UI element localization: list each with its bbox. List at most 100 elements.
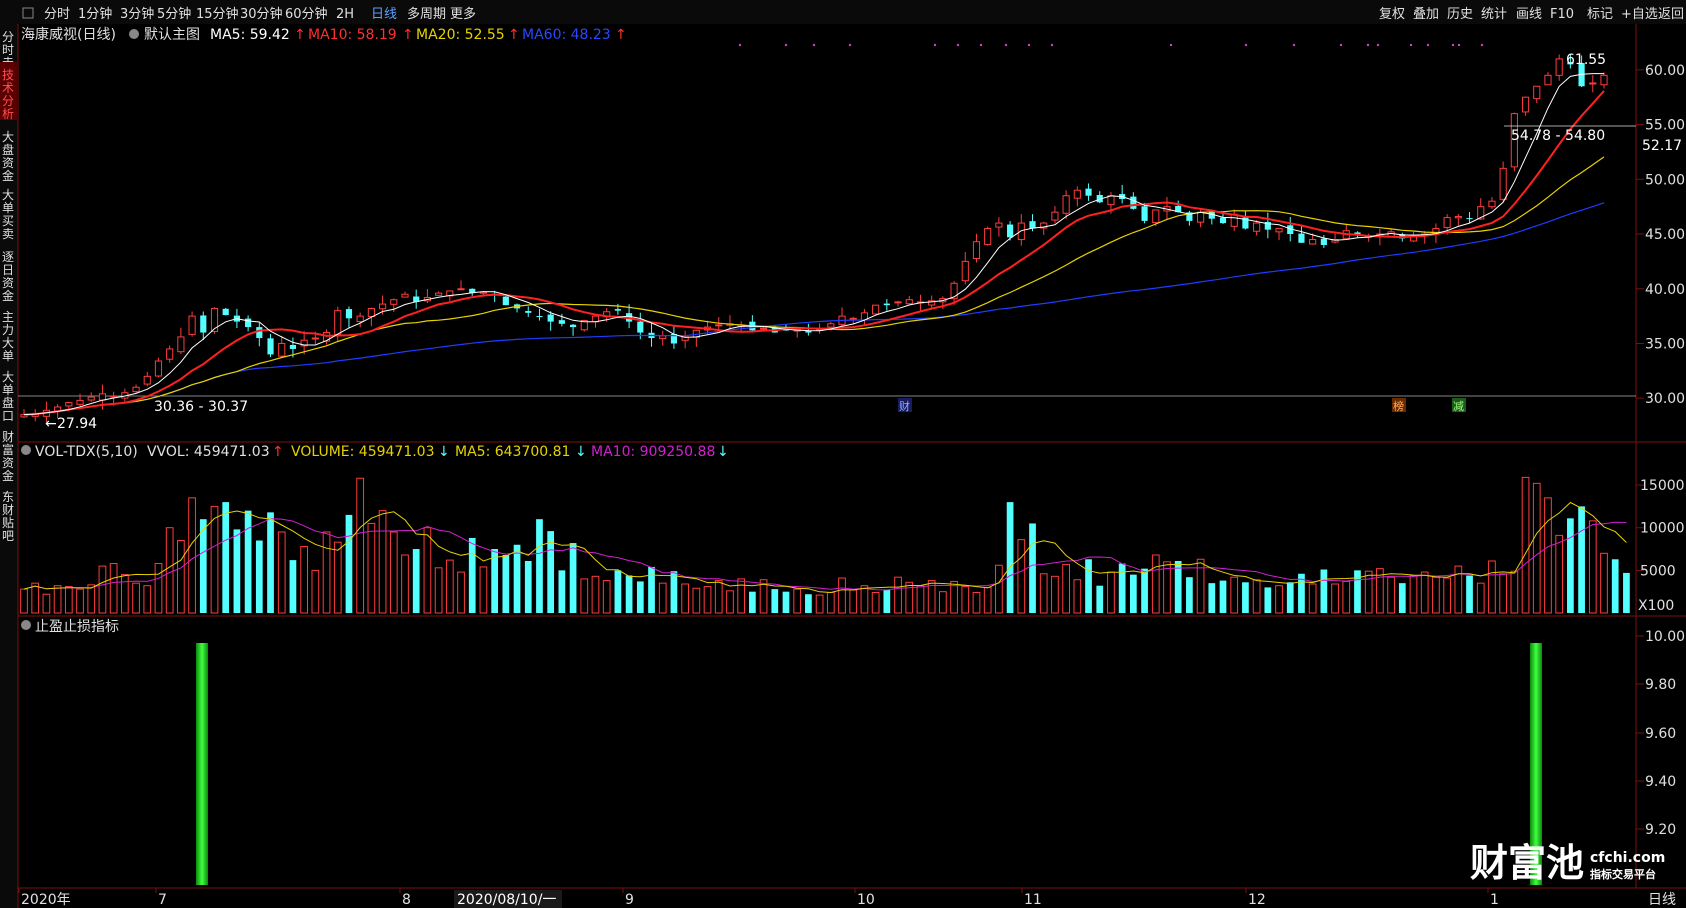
- volume-bar[interactable]: [793, 588, 802, 614]
- candle[interactable]: [1085, 183, 1092, 201]
- side-tab-5[interactable]: 主力大单: [2, 310, 14, 363]
- candle[interactable]: [1119, 184, 1126, 204]
- volume-bar[interactable]: [1387, 576, 1395, 614]
- volume-bar[interactable]: [1230, 576, 1239, 614]
- candle[interactable]: [1007, 221, 1014, 241]
- candle[interactable]: [267, 334, 274, 358]
- candle[interactable]: [166, 345, 174, 363]
- candle[interactable]: [1096, 191, 1103, 204]
- side-tab-8[interactable]: 东财贴吧: [2, 490, 14, 543]
- event-marker-0[interactable]: 财: [898, 398, 912, 413]
- toolbar-tool-8[interactable]: 返回: [1658, 7, 1684, 22]
- volume-bar[interactable]: [1130, 574, 1137, 613]
- side-tab-6[interactable]: 大单盘口: [2, 370, 14, 423]
- volume-bar[interactable]: [737, 578, 746, 614]
- volume-bar[interactable]: [1588, 520, 1597, 614]
- volume-bar[interactable]: [1286, 582, 1294, 613]
- candle[interactable]: [1275, 228, 1283, 241]
- volume-bar[interactable]: [815, 594, 824, 614]
- volume-bar[interactable]: [871, 592, 880, 614]
- volume-bar[interactable]: [300, 545, 309, 614]
- candle[interactable]: [513, 303, 521, 313]
- volume-bar[interactable]: [771, 589, 779, 613]
- toolbar-tool-5[interactable]: F10: [1550, 7, 1574, 22]
- candle[interactable]: [749, 315, 756, 332]
- volume-bar[interactable]: [188, 497, 196, 614]
- candle[interactable]: [569, 323, 577, 336]
- volume-bar[interactable]: [894, 576, 902, 614]
- volume-bar[interactable]: [681, 583, 689, 614]
- volume-bar[interactable]: [805, 594, 812, 613]
- volume-bar[interactable]: [625, 575, 633, 613]
- candle[interactable]: [1342, 223, 1350, 239]
- toolbar-tool-7[interactable]: +自选: [1621, 7, 1658, 22]
- volume-bar[interactable]: [356, 477, 365, 614]
- volume-bar[interactable]: [558, 570, 566, 613]
- volume-bar[interactable]: [658, 582, 667, 614]
- candle[interactable]: [1242, 211, 1249, 230]
- volume-bar[interactable]: [905, 581, 914, 614]
- candle[interactable]: [1589, 75, 1597, 93]
- volume-bar[interactable]: [602, 580, 611, 614]
- event-marker-2[interactable]: 减: [1452, 398, 1466, 413]
- volume-bar[interactable]: [1017, 539, 1026, 614]
- candle[interactable]: [1298, 224, 1305, 243]
- volume-bar[interactable]: [345, 514, 353, 613]
- candle[interactable]: [972, 233, 981, 263]
- candle[interactable]: [670, 324, 678, 349]
- candle[interactable]: [1051, 206, 1059, 224]
- period-tab-6[interactable]: 60分钟: [285, 6, 328, 22]
- volume-bar[interactable]: [670, 571, 678, 613]
- candle[interactable]: [1331, 233, 1339, 244]
- candle[interactable]: [995, 217, 1003, 237]
- volume-bar[interactable]: [1466, 575, 1473, 613]
- candle[interactable]: [222, 307, 229, 316]
- indicator-menu-icon[interactable]: [129, 29, 139, 39]
- volume-bar[interactable]: [222, 502, 230, 613]
- volume-bar[interactable]: [423, 527, 432, 614]
- volume-bar[interactable]: [1252, 579, 1261, 614]
- period-tab-4[interactable]: 15分钟: [196, 6, 239, 22]
- volume-bar[interactable]: [983, 586, 992, 614]
- volume-bar[interactable]: [322, 531, 331, 614]
- volume-bar[interactable]: [378, 510, 387, 614]
- candle[interactable]: [525, 306, 532, 317]
- volume-bar[interactable]: [726, 590, 734, 614]
- volume-bar[interactable]: [1118, 563, 1126, 613]
- volume-bar[interactable]: [53, 585, 62, 614]
- volume-bar[interactable]: [1331, 583, 1339, 614]
- volume-bar[interactable]: [1364, 570, 1373, 614]
- volume-bar[interactable]: [143, 585, 152, 614]
- volume-bar[interactable]: [277, 531, 286, 614]
- candle[interactable]: [256, 322, 263, 347]
- volume-bar[interactable]: [1600, 552, 1608, 614]
- candle[interactable]: [692, 329, 700, 347]
- period-tab-2[interactable]: 3分钟: [120, 6, 154, 22]
- volume-bar[interactable]: [569, 543, 577, 613]
- candle[interactable]: [1163, 197, 1171, 219]
- volume-bar[interactable]: [648, 566, 655, 613]
- candle[interactable]: [132, 384, 140, 394]
- volume-bar[interactable]: [1488, 560, 1496, 614]
- volume-bar[interactable]: [591, 575, 600, 614]
- volume-menu-icon[interactable]: [21, 445, 31, 455]
- candle[interactable]: [188, 311, 196, 337]
- volume-bar[interactable]: [502, 555, 510, 613]
- volume-bar[interactable]: [1163, 561, 1171, 614]
- volume-bar[interactable]: [614, 570, 622, 613]
- period-tab-3[interactable]: 5分钟: [157, 6, 191, 22]
- volume-bar[interactable]: [1532, 482, 1541, 614]
- volume-bar[interactable]: [233, 529, 241, 613]
- candle[interactable]: [961, 252, 969, 285]
- side-tab-7[interactable]: 财富资金: [2, 430, 14, 483]
- volume-bar[interactable]: [434, 567, 443, 614]
- volume-bar[interactable]: [1611, 559, 1619, 613]
- period-tab-7[interactable]: 2H: [336, 7, 354, 22]
- toolbar-tool-2[interactable]: 历史: [1447, 7, 1473, 22]
- volume-bar[interactable]: [636, 581, 644, 613]
- toolbar-tool-6[interactable]: 标记: [1587, 7, 1613, 22]
- candle[interactable]: [278, 336, 286, 358]
- volume-bar[interactable]: [87, 584, 96, 614]
- candle[interactable]: [1499, 161, 1507, 202]
- side-tab-1[interactable]: 技术分析: [2, 68, 14, 121]
